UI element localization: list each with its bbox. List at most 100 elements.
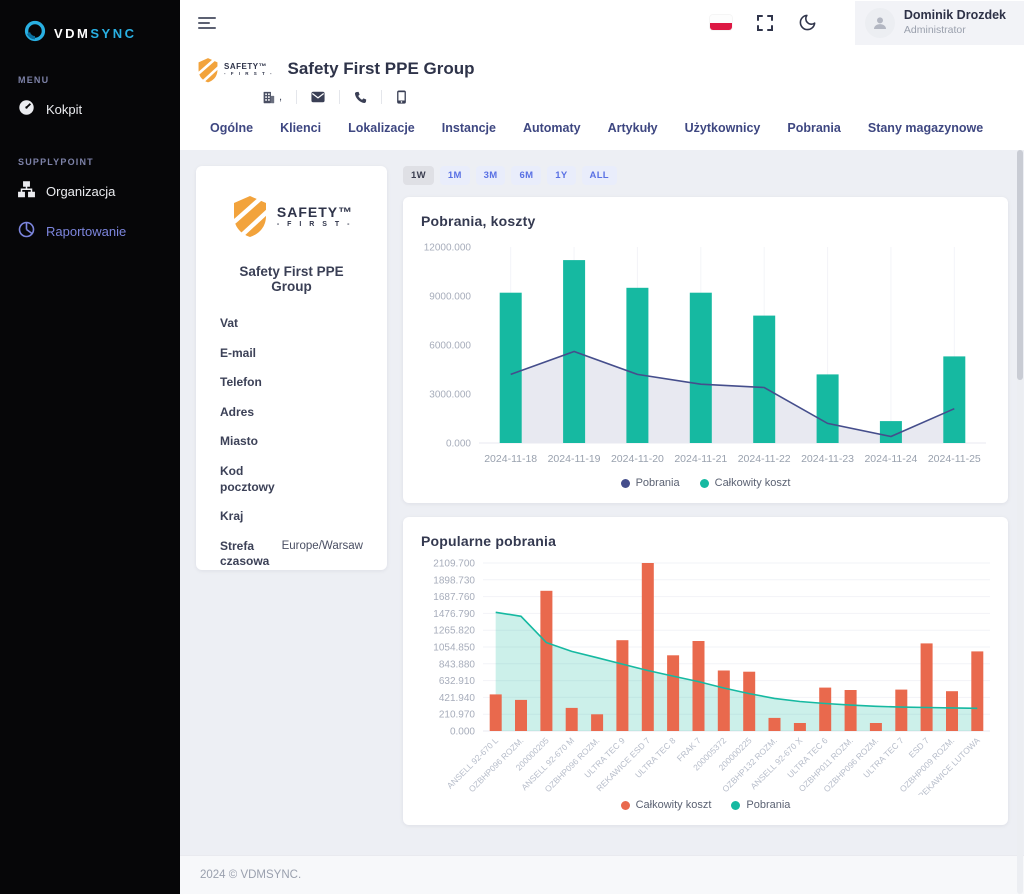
phone-icon bbox=[354, 91, 367, 104]
bar[interactable] bbox=[817, 374, 839, 443]
bar[interactable] bbox=[718, 671, 730, 732]
topbar: Dominik Drozdek Administrator bbox=[180, 0, 1024, 45]
divider bbox=[381, 90, 382, 104]
tab-klienci[interactable]: Klienci bbox=[280, 121, 321, 135]
bar[interactable] bbox=[845, 690, 857, 731]
range-button-1w[interactable]: 1W bbox=[403, 166, 434, 185]
legend-label: Pobrania bbox=[636, 477, 680, 489]
bar[interactable] bbox=[819, 688, 831, 731]
logo-text-primary: VDM bbox=[54, 26, 90, 41]
x-axis-tick: 2024-11-19 bbox=[548, 453, 601, 465]
y-axis-tick: 3000.000 bbox=[429, 390, 471, 401]
tab-stany-magazynowe[interactable]: Stany magazynowe bbox=[868, 121, 983, 135]
safety-first-shield-icon bbox=[196, 57, 220, 83]
bar[interactable] bbox=[490, 694, 502, 731]
tab-lokalizacje[interactable]: Lokalizacje bbox=[348, 121, 415, 135]
sidebar-section-label: SUPPLYPOINT bbox=[18, 157, 180, 167]
bar[interactable] bbox=[943, 356, 965, 443]
safety-first-logo-small: SAFETY™ - F I R S T - bbox=[196, 57, 274, 83]
dashboard-column: 1W1M3M6M1YALL Pobrania, koszty 0.0003000… bbox=[403, 166, 1008, 839]
bar[interactable] bbox=[743, 672, 755, 731]
bar[interactable] bbox=[642, 563, 654, 731]
range-button-1y[interactable]: 1Y bbox=[547, 166, 575, 185]
chart-canvas: 0.000210.970421.940632.910843.8801054.85… bbox=[419, 555, 992, 795]
bar[interactable] bbox=[616, 640, 628, 731]
org-chart-icon bbox=[18, 181, 35, 201]
bar[interactable] bbox=[769, 718, 781, 731]
legend-dot bbox=[700, 479, 709, 488]
tab-instancje[interactable]: Instancje bbox=[442, 121, 496, 135]
bar[interactable] bbox=[540, 591, 552, 731]
phone-item[interactable] bbox=[354, 91, 367, 104]
chart-legend: Pobrania Całkowity koszt bbox=[419, 473, 992, 495]
bar[interactable] bbox=[921, 643, 933, 731]
legend-item-Całkowity koszt[interactable]: Całkowity koszt bbox=[700, 477, 791, 489]
contact-icons-row: , bbox=[262, 90, 1024, 104]
tab-artykuły[interactable]: Artykuły bbox=[608, 121, 658, 135]
bar[interactable] bbox=[693, 641, 705, 731]
y-axis-tick: 632.910 bbox=[439, 676, 476, 687]
vdmsync-logo[interactable]: VDMSYNC bbox=[0, 0, 180, 47]
y-axis-tick: 6000.000 bbox=[429, 341, 471, 352]
bar[interactable] bbox=[690, 293, 712, 443]
menu-toggle-icon[interactable] bbox=[198, 17, 216, 29]
legend-item-Pobrania[interactable]: Pobrania bbox=[731, 799, 790, 811]
tab-automaty[interactable]: Automaty bbox=[523, 121, 581, 135]
field-row: Strefa czasowaEurope/Warsaw bbox=[220, 539, 363, 570]
sidebar-item-raportowanie[interactable]: Raportowanie bbox=[0, 211, 180, 251]
range-button-all[interactable]: ALL bbox=[582, 166, 617, 185]
sidebar-item-kokpit[interactable]: Kokpit bbox=[0, 89, 180, 129]
bar[interactable] bbox=[753, 316, 775, 443]
x-axis-tick: 2024-11-22 bbox=[738, 453, 791, 465]
x-axis-tick: 2024-11-18 bbox=[484, 453, 537, 465]
field-row: Kod pocztowy bbox=[220, 464, 363, 495]
email-item[interactable] bbox=[311, 91, 325, 103]
scrollbar-thumb[interactable] bbox=[1017, 150, 1023, 380]
chart-legend: Całkowity koszt Pobrania bbox=[419, 795, 992, 817]
field-label: Strefa czasowa bbox=[220, 539, 282, 570]
bar[interactable] bbox=[971, 651, 983, 731]
legend-item-Całkowity koszt[interactable]: Całkowity koszt bbox=[621, 799, 712, 811]
tab-pobrania[interactable]: Pobrania bbox=[787, 121, 841, 135]
fullscreen-icon[interactable] bbox=[756, 14, 774, 32]
legend-dot bbox=[621, 479, 630, 488]
chart-pobrania-koszty: Pobrania, koszty 0.0003000.0006000.00090… bbox=[403, 197, 1008, 503]
bar[interactable] bbox=[794, 723, 806, 731]
page-title: Safety First PPE Group bbox=[288, 59, 475, 79]
bar[interactable] bbox=[667, 655, 679, 731]
bar[interactable] bbox=[500, 293, 522, 443]
bar[interactable] bbox=[870, 723, 882, 731]
sidebar-item-organizacja[interactable]: Organizacja bbox=[0, 171, 180, 211]
time-range-selector: 1W 1M 3M 6M 1Y ALL bbox=[403, 166, 1008, 185]
x-axis-tick: 2024-11-21 bbox=[674, 453, 727, 465]
address-item[interactable]: , bbox=[262, 91, 282, 104]
sidebar-item-label: Kokpit bbox=[46, 102, 82, 117]
address-text: , bbox=[279, 91, 282, 103]
range-button-6m[interactable]: 6M bbox=[511, 166, 541, 185]
x-axis-tick: 2024-11-25 bbox=[928, 453, 981, 465]
dark-mode-moon-icon[interactable] bbox=[798, 13, 817, 32]
bar[interactable] bbox=[946, 691, 958, 731]
bar[interactable] bbox=[880, 421, 902, 443]
language-flag-poland-icon[interactable] bbox=[710, 15, 732, 30]
bar[interactable] bbox=[895, 690, 907, 731]
legend-dot bbox=[731, 801, 740, 810]
range-button-3m[interactable]: 3M bbox=[476, 166, 506, 185]
tab-użytkownicy[interactable]: Użytkownicy bbox=[685, 121, 761, 135]
legend-item-Pobrania[interactable]: Pobrania bbox=[621, 477, 680, 489]
x-axis-tick: 2024-11-24 bbox=[864, 453, 917, 465]
app: VDMSYNC MENUKokpitSUPPLYPOINTOrganizacja… bbox=[0, 0, 1024, 894]
brand-text-secondary: - F I R S T - bbox=[224, 72, 274, 77]
scrollbar[interactable] bbox=[1017, 150, 1023, 894]
tab-ogólne[interactable]: Ogólne bbox=[210, 121, 253, 135]
user-menu[interactable]: Dominik Drozdek Administrator bbox=[855, 1, 1024, 45]
y-axis-tick: 843.880 bbox=[439, 659, 476, 670]
range-button-1m[interactable]: 1M bbox=[440, 166, 470, 185]
bar[interactable] bbox=[626, 288, 648, 443]
organization-name: Safety First PPE Group bbox=[220, 264, 363, 294]
mobile-phone-icon bbox=[396, 90, 407, 104]
bar[interactable] bbox=[591, 714, 603, 731]
bar[interactable] bbox=[566, 708, 578, 731]
mobile-item[interactable] bbox=[396, 90, 407, 104]
bar[interactable] bbox=[515, 700, 527, 731]
